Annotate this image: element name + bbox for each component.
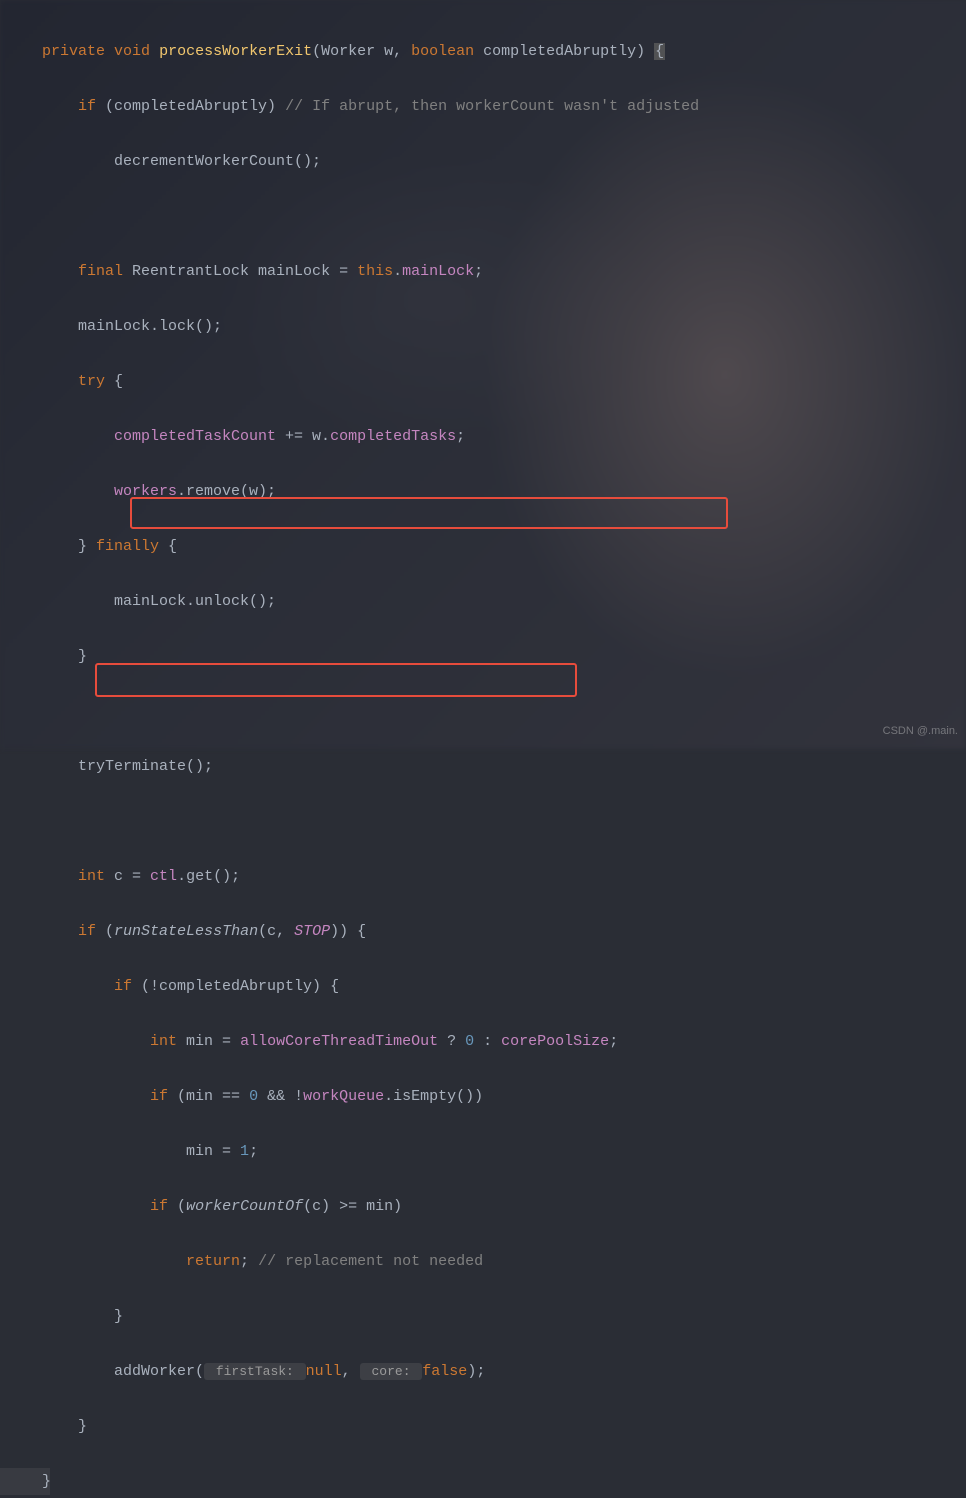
highlight-box-1 bbox=[130, 497, 728, 529]
number: 1 bbox=[240, 1143, 249, 1160]
comment: // replacement not needed bbox=[258, 1253, 483, 1270]
code-line: if (!completedAbruptly) { bbox=[42, 973, 966, 1001]
blank-line bbox=[42, 203, 966, 231]
keyword: if bbox=[78, 923, 96, 940]
keyword: finally bbox=[96, 538, 159, 555]
field: allowCoreThreadTimeOut bbox=[240, 1033, 438, 1050]
comment: // If abrupt, then workerCount wasn't ad… bbox=[285, 98, 699, 115]
code-line: mainLock.lock(); bbox=[42, 313, 966, 341]
keyword: private bbox=[42, 43, 105, 60]
keyword: if bbox=[150, 1088, 168, 1105]
keyword: int bbox=[150, 1033, 177, 1050]
code-line: if (completedAbruptly) // If abrupt, the… bbox=[42, 93, 966, 121]
static-method: workerCountOf bbox=[186, 1198, 303, 1215]
keyword: this bbox=[357, 263, 393, 280]
code-line: } bbox=[0, 1468, 50, 1496]
keyword: void bbox=[114, 43, 150, 60]
inline-hint: firstTask: bbox=[204, 1363, 306, 1380]
code-line: mainLock.unlock(); bbox=[42, 588, 966, 616]
keyword: try bbox=[78, 373, 105, 390]
code-line: decrementWorkerCount(); bbox=[42, 148, 966, 176]
code-line: addWorker( firstTask: null, core: false)… bbox=[42, 1358, 966, 1386]
cursor: { bbox=[654, 43, 665, 60]
keyword: if bbox=[114, 978, 132, 995]
code-line: if (min == 0 && !workQueue.isEmpty()) bbox=[42, 1083, 966, 1111]
keyword: int bbox=[78, 868, 105, 885]
code-line: int min = allowCoreThreadTimeOut ? 0 : c… bbox=[42, 1028, 966, 1056]
keyword: final bbox=[78, 263, 123, 280]
code-line: } bbox=[42, 1303, 966, 1331]
number: 0 bbox=[465, 1033, 474, 1050]
constant: STOP bbox=[294, 923, 330, 940]
code-line: completedTaskCount += w.completedTasks; bbox=[42, 423, 966, 451]
keyword: false bbox=[422, 1363, 467, 1380]
code-line: return; // replacement not needed bbox=[42, 1248, 966, 1276]
highlight-box-2 bbox=[95, 663, 577, 697]
code-line: if (runStateLessThan(c, STOP)) { bbox=[42, 918, 966, 946]
code-line: if (workerCountOf(c) >= min) bbox=[42, 1193, 966, 1221]
method-name: processWorkerExit bbox=[159, 43, 312, 60]
field: ctl bbox=[150, 868, 177, 885]
code-line: final ReentrantLock mainLock = this.main… bbox=[42, 258, 966, 286]
params: completedAbruptly) bbox=[474, 43, 654, 60]
static-method: runStateLessThan bbox=[114, 923, 258, 940]
keyword: return bbox=[186, 1253, 240, 1270]
code-line: int c = ctl.get(); bbox=[42, 863, 966, 891]
keyword: if bbox=[150, 1198, 168, 1215]
blank-line bbox=[42, 698, 966, 726]
inline-hint: core: bbox=[360, 1363, 423, 1380]
field: workQueue bbox=[303, 1088, 384, 1105]
watermark: CSDN @.main. bbox=[883, 718, 958, 746]
code-line: private void processWorkerExit(Worker w,… bbox=[42, 38, 966, 66]
field: mainLock bbox=[402, 263, 474, 280]
code-line: min = 1; bbox=[42, 1138, 966, 1166]
keyword: boolean bbox=[411, 43, 474, 60]
code-line: tryTerminate(); bbox=[42, 753, 966, 781]
field: completedTasks bbox=[330, 428, 456, 445]
field: corePoolSize bbox=[501, 1033, 609, 1050]
field: completedTaskCount bbox=[114, 428, 276, 445]
code-line: try { bbox=[42, 368, 966, 396]
keyword: if bbox=[78, 98, 96, 115]
code-editor[interactable]: private void processWorkerExit(Worker w,… bbox=[0, 0, 966, 749]
number: 0 bbox=[249, 1088, 258, 1105]
params: (Worker w, bbox=[312, 43, 411, 60]
keyword: null bbox=[306, 1363, 342, 1380]
code-line: } finally { bbox=[42, 533, 966, 561]
code-line: } bbox=[42, 1413, 966, 1441]
blank-line bbox=[42, 808, 966, 836]
